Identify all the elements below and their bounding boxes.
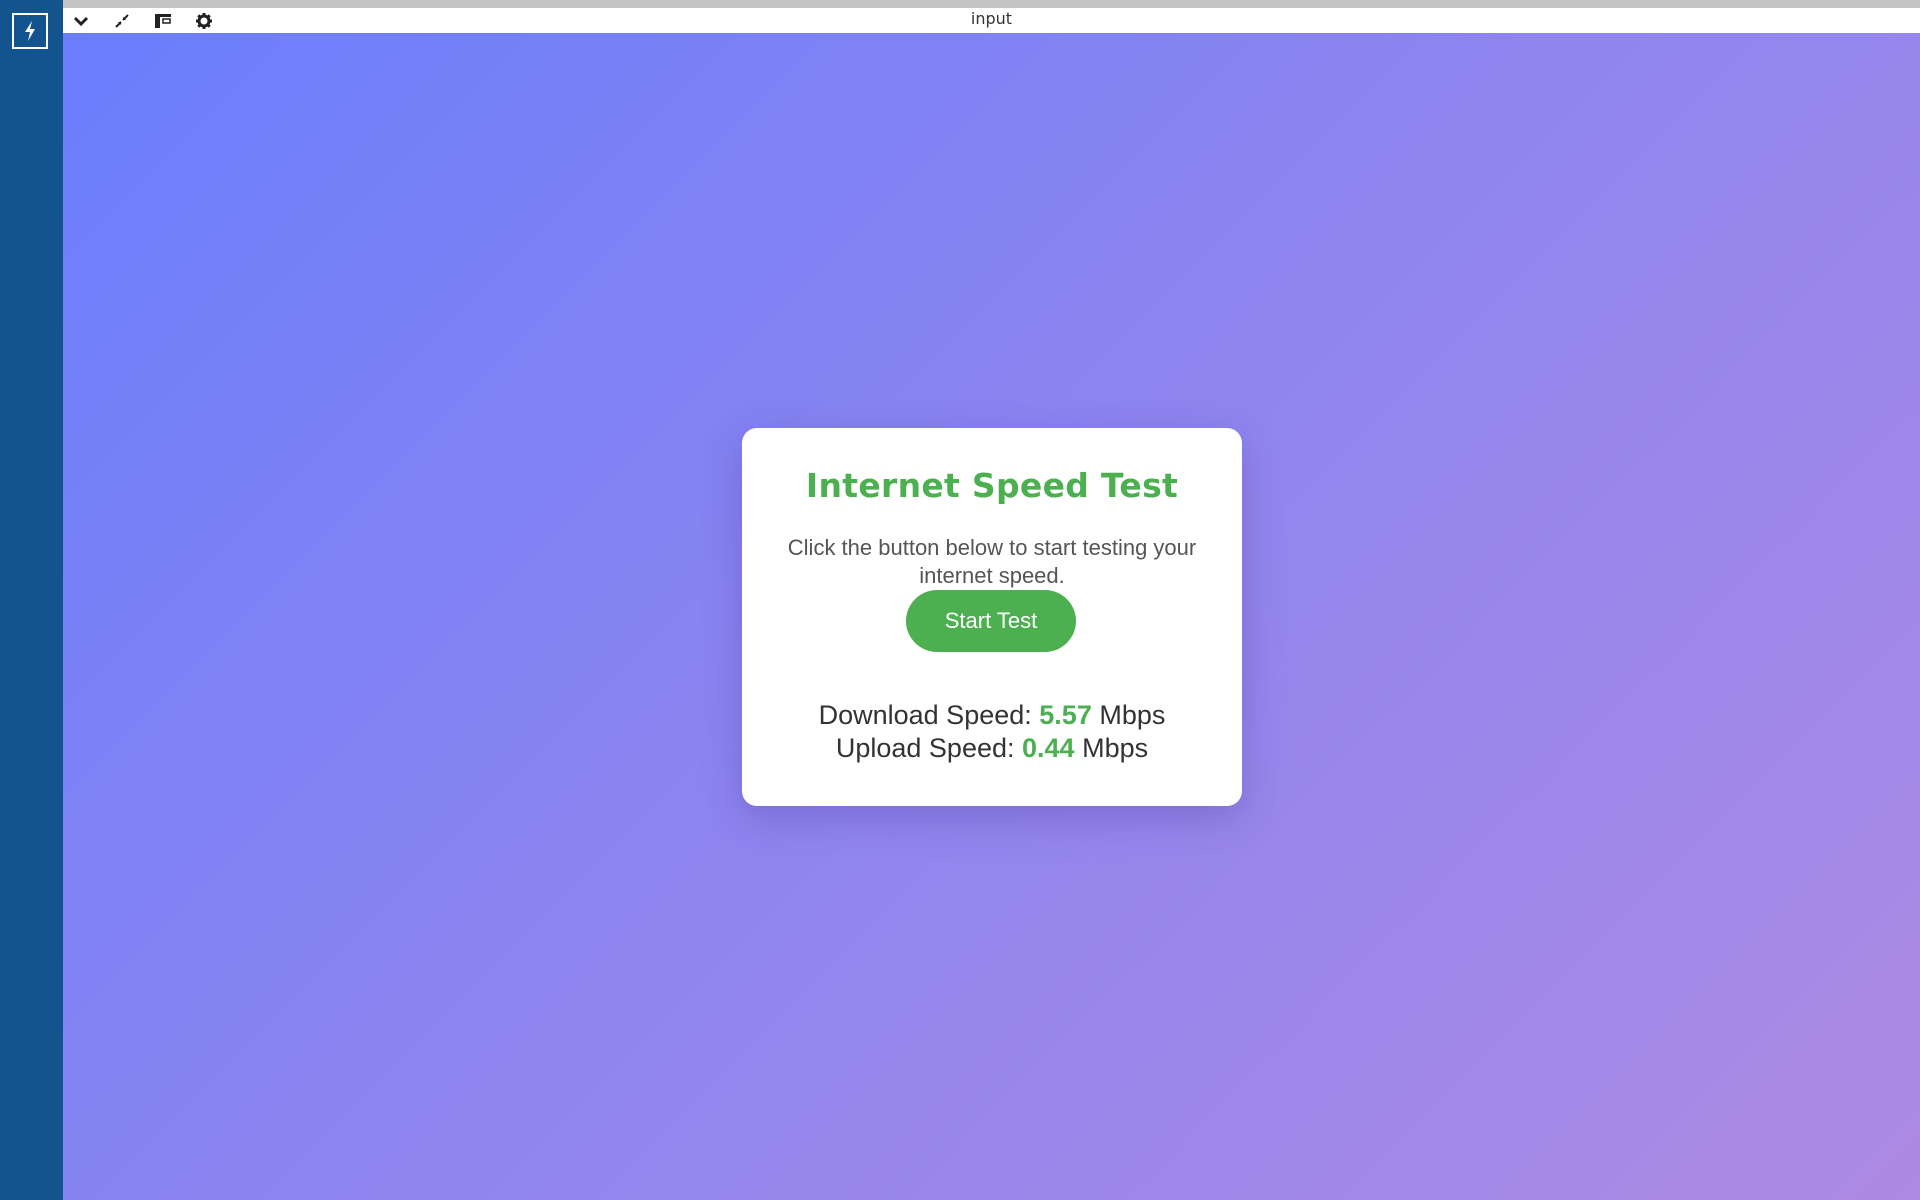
- window-title: input: [970, 9, 1013, 28]
- upload-speed-value: 0.44: [1022, 733, 1075, 763]
- upload-speed: Upload Speed: 0.44 Mbps: [742, 733, 1242, 764]
- download-speed: Download Speed: 5.57 Mbps: [742, 700, 1242, 731]
- card-description: Click the button below to start testing …: [787, 535, 1197, 588]
- sidebar: [0, 0, 63, 1200]
- speed-test-card: Internet Speed Test Click the button bel…: [742, 428, 1242, 806]
- card-title: Internet Speed Test: [805, 466, 1179, 505]
- start-test-button[interactable]: Start Test: [906, 590, 1076, 652]
- app-window: input Internet Speed Test Click the butt…: [0, 0, 1920, 1200]
- upload-speed-label: Upload Speed:: [835, 733, 1015, 763]
- main-content: Internet Speed Test Click the button bel…: [63, 33, 1920, 1200]
- download-speed-value: 5.57: [1039, 700, 1092, 730]
- download-speed-label: Download Speed:: [818, 700, 1032, 730]
- lightning-bolt-icon: [25, 21, 35, 41]
- upload-speed-unit: Mbps: [1082, 733, 1149, 763]
- logo-button[interactable]: [12, 13, 48, 49]
- top-toolbar: input: [63, 0, 1920, 33]
- download-speed-unit: Mbps: [1099, 700, 1166, 730]
